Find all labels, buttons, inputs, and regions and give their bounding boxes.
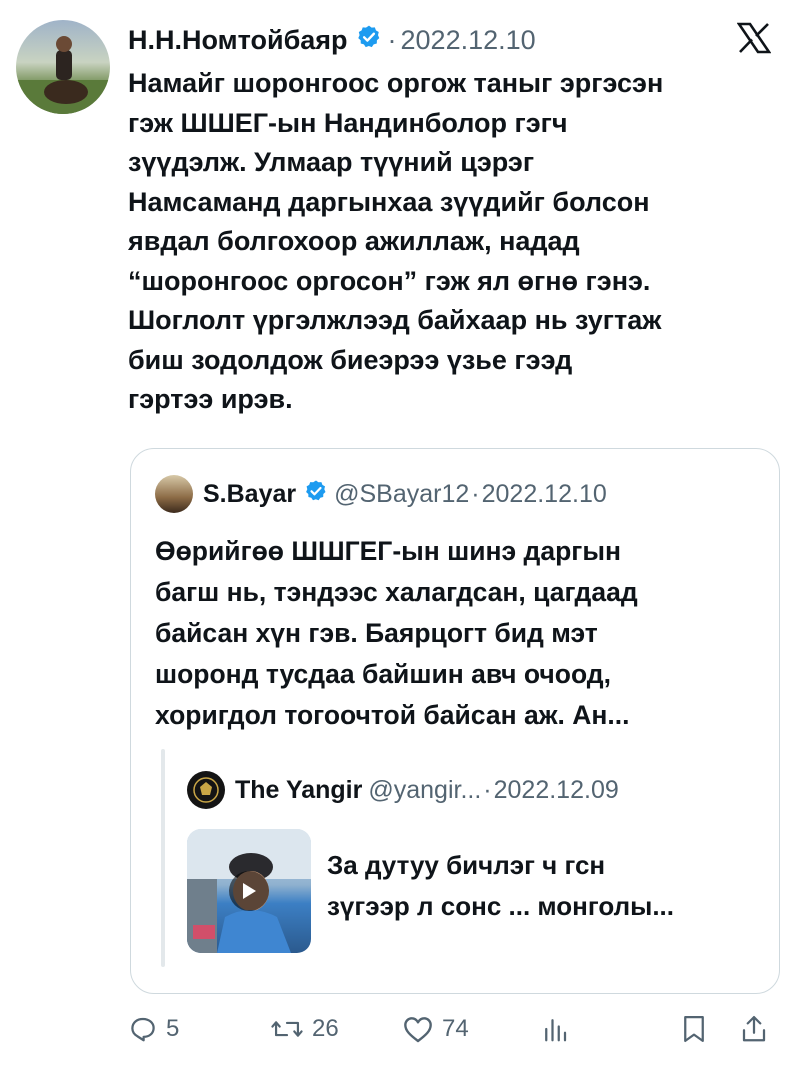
nested-text-line: За дутуу бичлэг ч гсн <box>327 850 606 880</box>
tweet-text-line: гэж ШШЕГ-ын Нандинболор гэгч <box>128 107 568 138</box>
quoted-author-avatar[interactable] <box>155 475 193 513</box>
retweet-icon <box>270 1014 304 1044</box>
quoted-text-line: Өөрийгөө ШШГЕГ-ын шинэ даргын <box>155 536 621 566</box>
play-icon[interactable] <box>229 871 269 911</box>
x-logo-icon[interactable] <box>736 22 772 62</box>
views-button[interactable] <box>540 1014 570 1044</box>
bookmark-icon <box>680 1014 708 1044</box>
nested-quote-header: The Yangir @yangir... · 2022.12.09 <box>187 771 619 809</box>
like-icon <box>402 1014 434 1044</box>
share-icon <box>740 1014 768 1044</box>
like-count: 74 <box>442 1015 469 1042</box>
action-bar: 5 26 74 <box>128 1008 778 1052</box>
quoted-text-line: багш нь, тэндээс халагдсан, цагдаад <box>155 577 638 607</box>
quoted-tweet-header: S.Bayar @SBayar12 · 2022.12.10 <box>155 475 607 513</box>
bookmark-button[interactable] <box>680 1014 708 1044</box>
tweet-text-line: биш зодолдож биеэрээ үзье гээд <box>128 344 573 375</box>
share-button[interactable] <box>740 1014 768 1044</box>
video-thumbnail[interactable] <box>187 829 311 953</box>
tweet-text-line: Намайг шоронгоос оргож таныг эргэсэн <box>128 68 664 98</box>
quoted-author-name: S.Bayar <box>203 479 297 508</box>
tweet-text-line: “шоронгоос оргосон” гэж ял өгнө гэнэ. <box>128 265 651 296</box>
quoted-tweet-card[interactable]: S.Bayar @SBayar12 · 2022.12.10 Өөрийгөө … <box>130 448 780 994</box>
tweet-text-line: явдал болгохоор ажиллаж, надад <box>128 226 580 256</box>
quoted-text-line: шоронд тусдаа байшин авч очоод, <box>155 659 611 689</box>
tweet-date[interactable]: 2022.12.10 <box>401 25 536 56</box>
tweet-text-line: гэртээ ирэв. <box>128 384 293 414</box>
tweet-text-line: Намсаманд даргынхаа зүүдийг болсон <box>128 186 650 217</box>
retweet-button[interactable]: 26 <box>270 1014 339 1044</box>
tweet-text: Намайг шоронгоос оргож таныг эргэсэн гэж… <box>128 64 778 420</box>
tweet-text-line: Шоглолт үргэлжлээд байхаар нь зугтаж <box>128 305 662 335</box>
thread-line <box>161 749 165 967</box>
nested-author-avatar[interactable] <box>187 771 225 809</box>
verified-badge-icon <box>356 24 382 57</box>
quoted-text-line: байсан хүн гэв. Баярцогт бид мэт <box>155 618 598 648</box>
retweet-count: 26 <box>312 1015 339 1042</box>
header-separator: · <box>387 24 397 55</box>
reply-icon <box>128 1014 158 1044</box>
nested-author-name: The Yangir <box>235 775 363 804</box>
author-avatar[interactable] <box>16 20 110 114</box>
nested-quote-text: За дутуу бичлэг ч гсн зүгээр л сонс ... … <box>327 845 757 927</box>
header-separator: · <box>483 775 492 804</box>
reply-count: 5 <box>166 1015 180 1042</box>
verified-badge-icon <box>304 479 328 510</box>
quoted-author-handle: @SBayar12 <box>334 479 470 508</box>
nested-date: 2022.12.09 <box>493 775 619 804</box>
header-separator: · <box>471 479 480 508</box>
quoted-date: 2022.12.10 <box>481 479 607 508</box>
tweet-text-line: зүүдэлж. Улмаар түүний цэрэг <box>128 147 535 177</box>
author-name[interactable]: Н.Н.Номтойбаяр <box>128 25 348 56</box>
like-button[interactable]: 74 <box>402 1014 469 1044</box>
nested-author-handle: @yangir... <box>368 775 482 804</box>
quoted-text-line: хоригдол тогоочтой байсан аж. Ан... <box>155 700 630 730</box>
quoted-tweet-text: Өөрийгөө ШШГЕГ-ын шинэ даргын багш нь, т… <box>155 531 765 736</box>
reply-button[interactable]: 5 <box>128 1014 179 1044</box>
nested-text-line: зүгээр л сонс ... монголы... <box>327 891 674 921</box>
views-icon <box>540 1014 570 1044</box>
tweet-header: Н.Н.Номтойбаяр · 2022.12.10 <box>128 20 536 60</box>
